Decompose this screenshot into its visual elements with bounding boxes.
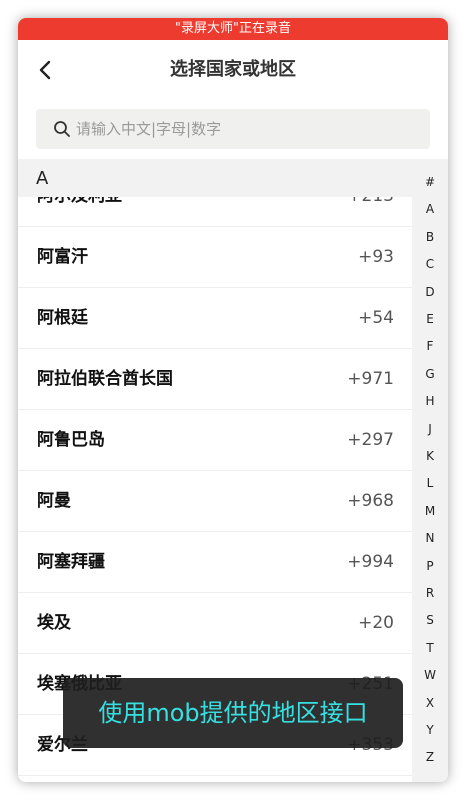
alphabet-index-bar[interactable]: # A B C D E F G H J K L M N P R S T W X Y Z — [412, 159, 448, 782]
country-row[interactable]: 阿曼 +968 — [18, 471, 412, 532]
index-letter[interactable]: K — [412, 449, 448, 463]
country-row[interactable]: 阿富汗 +93 — [18, 227, 412, 288]
index-letter[interactable]: M — [412, 504, 448, 518]
index-letter[interactable]: X — [412, 696, 448, 710]
country-row[interactable]: 埃及 +20 — [18, 593, 412, 654]
country-code: +297 — [347, 430, 394, 450]
index-letter[interactable]: R — [412, 586, 448, 600]
index-letter[interactable]: Z — [412, 750, 448, 764]
country-name: 埃及 — [37, 613, 71, 633]
section-header: A — [18, 159, 412, 197]
index-letter[interactable]: G — [412, 367, 448, 381]
country-name: 阿曼 — [37, 491, 71, 511]
toast-message: 使用mob提供的地区接口 — [63, 678, 403, 748]
index-letter[interactable]: E — [412, 312, 448, 326]
search-section — [18, 100, 448, 158]
country-code: +20 — [358, 613, 394, 633]
recording-banner: "录屏大师"正在录音 — [18, 18, 448, 40]
index-letter[interactable]: F — [412, 339, 448, 353]
country-name: 阿鲁巴岛 — [37, 430, 105, 450]
index-letter[interactable]: D — [412, 285, 448, 299]
section-letter: A — [36, 168, 49, 189]
country-row[interactable]: 阿塞拜疆 +994 — [18, 532, 412, 593]
country-code: +54 — [358, 308, 394, 328]
index-letter[interactable]: P — [412, 559, 448, 573]
index-letter[interactable]: Y — [412, 723, 448, 737]
index-letter[interactable]: A — [412, 202, 448, 216]
phone-screen: "录屏大师"正在录音 选择国家或地区 A 阿尔及利亚+213阿富汗+93阿根廷+… — [18, 18, 448, 782]
country-name: 阿拉伯联合酋长国 — [37, 369, 173, 389]
country-row[interactable]: 阿拉伯联合酋长国 +971 — [18, 349, 412, 410]
country-name: 阿富汗 — [37, 247, 88, 267]
country-row[interactable]: 阿根廷 +54 — [18, 288, 412, 349]
search-icon — [52, 119, 72, 139]
country-code: +994 — [347, 552, 394, 572]
index-letter[interactable]: # — [412, 175, 448, 189]
index-letter[interactable]: L — [412, 476, 448, 490]
index-letter[interactable]: S — [412, 613, 448, 627]
index-letter[interactable]: W — [412, 668, 448, 682]
country-code: +968 — [347, 491, 394, 511]
page-title: 选择国家或地区 — [170, 59, 296, 80]
index-letter[interactable]: B — [412, 230, 448, 244]
index-letter[interactable]: H — [412, 394, 448, 408]
index-letter[interactable]: J — [412, 422, 448, 436]
index-letter[interactable]: C — [412, 257, 448, 271]
country-name: 阿塞拜疆 — [37, 552, 105, 572]
country-code: +971 — [347, 369, 394, 389]
country-row[interactable]: 阿鲁巴岛 +297 — [18, 410, 412, 471]
index-letter[interactable]: T — [412, 641, 448, 655]
country-code: +93 — [358, 247, 394, 267]
index-letter[interactable]: N — [412, 531, 448, 545]
nav-bar: 选择国家或地区 — [18, 40, 448, 100]
search-input[interactable] — [74, 119, 408, 139]
search-box[interactable] — [36, 109, 430, 149]
country-name: 阿根廷 — [37, 308, 88, 328]
